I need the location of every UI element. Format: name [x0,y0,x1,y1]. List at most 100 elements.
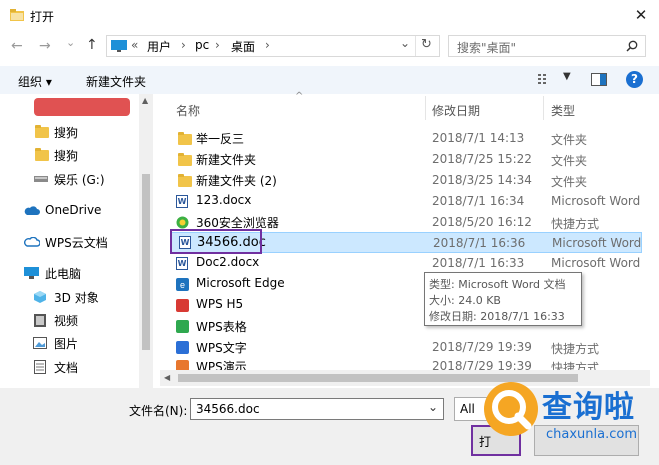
browser-icon [176,216,189,229]
search-icon[interactable] [626,40,638,52]
breadcrumb-sep: › [215,38,220,52]
search-box[interactable]: 搜索"桌面" [448,35,646,57]
sidebar-item-label: WPS云文档 [45,236,108,250]
file-tooltip: 类型: Microsoft Word 文档 大小: 24.0 KB 修改日期: … [424,272,582,326]
breadcrumb-item-desktop[interactable]: 桌面 [231,38,255,55]
monitor-icon [111,40,127,52]
file-name: Doc2.docx [196,255,260,269]
breadcrumb-item-pc[interactable]: pc [195,38,209,52]
tooltip-date: 修改日期: 2018/7/1 16:33 [429,310,565,323]
file-type: 快捷方式 [551,217,600,231]
sidebar-item[interactable]: 文档 [0,356,140,378]
watermark-logo-icon [484,382,538,436]
breadcrumb-sep: › [265,38,270,52]
file-row[interactable]: W Doc2.docx 2018/7/1 16:33 Microsoft Wor… [170,253,642,273]
preview-pane-icon[interactable] [591,73,607,86]
file-row[interactable]: WPS演示 2018/7/29 19:39 快捷方式 [170,356,642,370]
word-icon: W [176,195,188,208]
file-date: 2018/7/29 19:39 [432,340,532,354]
file-date: 2018/7/25 15:22 [432,152,532,166]
address-dropdown-button[interactable]: ⌄ [400,36,410,50]
file-date: 2018/7/1 16:33 [432,256,525,270]
sidebar-item-this-pc[interactable]: 此电脑 [0,262,140,284]
file-type: 文件夹 [551,154,588,168]
file-name: WPS H5 [196,297,244,311]
sidebar-item-label: 文档 [54,361,79,375]
document-icon [34,360,46,374]
sidebar-item-label: 视频 [54,314,79,328]
forward-button[interactable]: → [39,38,51,54]
file-name: 新建文件夹 [196,153,257,167]
highlight-box [170,229,262,254]
cube-icon [34,291,46,303]
sidebar-item[interactable]: 娱乐 (G:) [0,168,140,190]
cloud-icon [24,206,40,215]
column-header-date[interactable]: 修改日期 [432,102,480,126]
search-input[interactable]: 搜索"桌面" [457,39,516,56]
help-button[interactable]: ? [626,71,643,88]
file-type: 文件夹 [551,133,588,147]
sidebar-item[interactable]: 搜狗 [0,144,140,166]
file-row[interactable]: WPS文字 2018/7/29 19:39 快捷方式 [170,337,642,357]
file-name: 新建文件夹 (2) [196,174,277,188]
tooltip-type: 类型: Microsoft Word 文档 [429,278,566,291]
word-icon: W [176,257,188,270]
file-row[interactable]: 新建文件夹 2018/7/25 15:22 文件夹 [170,149,642,169]
redacted-item [34,98,130,116]
file-row[interactable]: 举一反三 2018/7/1 14:13 文件夹 [170,128,642,148]
wps-icon [176,299,189,312]
file-name: 举一反三 [196,132,245,146]
scrollbar-thumb[interactable] [142,174,150,350]
up-button[interactable]: ↑ [86,37,98,53]
wps-sheet-icon [176,320,189,333]
new-folder-button[interactable]: 新建文件夹 [86,73,146,90]
sidebar-item-wps-cloud[interactable]: WPS云文档 [0,231,140,253]
sidebar-item[interactable]: 搜狗 [0,121,140,143]
view-options-icon[interactable] [538,74,554,85]
file-date: 2018/3/25 14:34 [432,173,532,187]
sidebar-item-label: 图片 [54,337,79,351]
sidebar-item-label: 3D 对象 [54,291,99,305]
address-bar[interactable]: « 用户 › pc › 桌面 › ⌄ ↻ [106,35,440,57]
breadcrumb-item-users[interactable]: 用户 [147,38,171,55]
sidebar-scrollbar[interactable]: ▲ [139,94,153,388]
chevron-down-icon[interactable]: ⌄ [428,400,438,414]
file-date: 2018/7/29 19:39 [432,359,532,370]
file-row[interactable]: 新建文件夹 (2) 2018/3/25 14:34 文件夹 [170,170,642,190]
column-header-type[interactable]: 类型 [551,102,575,126]
window-title: 打开 [30,10,55,24]
sort-indicator-icon: ^ [295,91,304,102]
breadcrumb-overflow[interactable]: « [131,38,138,52]
close-button[interactable]: ✕ [628,4,654,26]
scroll-left-icon[interactable]: ◀ [164,373,170,382]
chevron-down-icon[interactable]: ▼ [563,71,571,82]
filename-field[interactable]: 34566.doc ⌄ [190,398,444,420]
sidebar-item-onedrive[interactable]: OneDrive [0,200,140,222]
watermark-url: chaxunla.com [546,427,637,442]
organize-button[interactable]: 组织 ▾ [18,73,52,90]
refresh-button[interactable]: ↻ [421,37,432,52]
edge-icon: e [176,278,189,291]
watermark-text: 查询啦 [542,390,635,425]
recent-locations-button[interactable]: ⌄ [66,36,75,49]
picture-icon [33,337,47,349]
filename-label: 文件名(N): [129,404,188,418]
divider [425,96,426,120]
column-header-name[interactable]: 名称 [176,102,200,126]
file-date: 2018/5/20 16:12 [432,215,532,229]
file-row[interactable]: W 123.docx 2018/7/1 16:34 Microsoft Word [170,191,642,211]
wps-present-icon [176,360,189,370]
scroll-up-icon[interactable]: ▲ [142,96,148,105]
file-type: Microsoft Word [552,236,642,250]
sidebar-item[interactable]: 视频 [0,309,140,331]
filename-value[interactable]: 34566.doc [196,402,260,416]
sidebar-item-label: 搜狗 [54,149,79,163]
watermark: 查询啦 chaxunla.com [482,376,659,465]
file-type: 快捷方式 [551,342,600,356]
back-button[interactable]: ← [11,38,23,54]
drive-icon [34,176,48,182]
svg-text:e: e [180,280,185,290]
cloud-icon [24,237,40,247]
sidebar-item[interactable]: 图片 [0,332,140,354]
sidebar-item[interactable]: 3D 对象 [0,286,140,308]
